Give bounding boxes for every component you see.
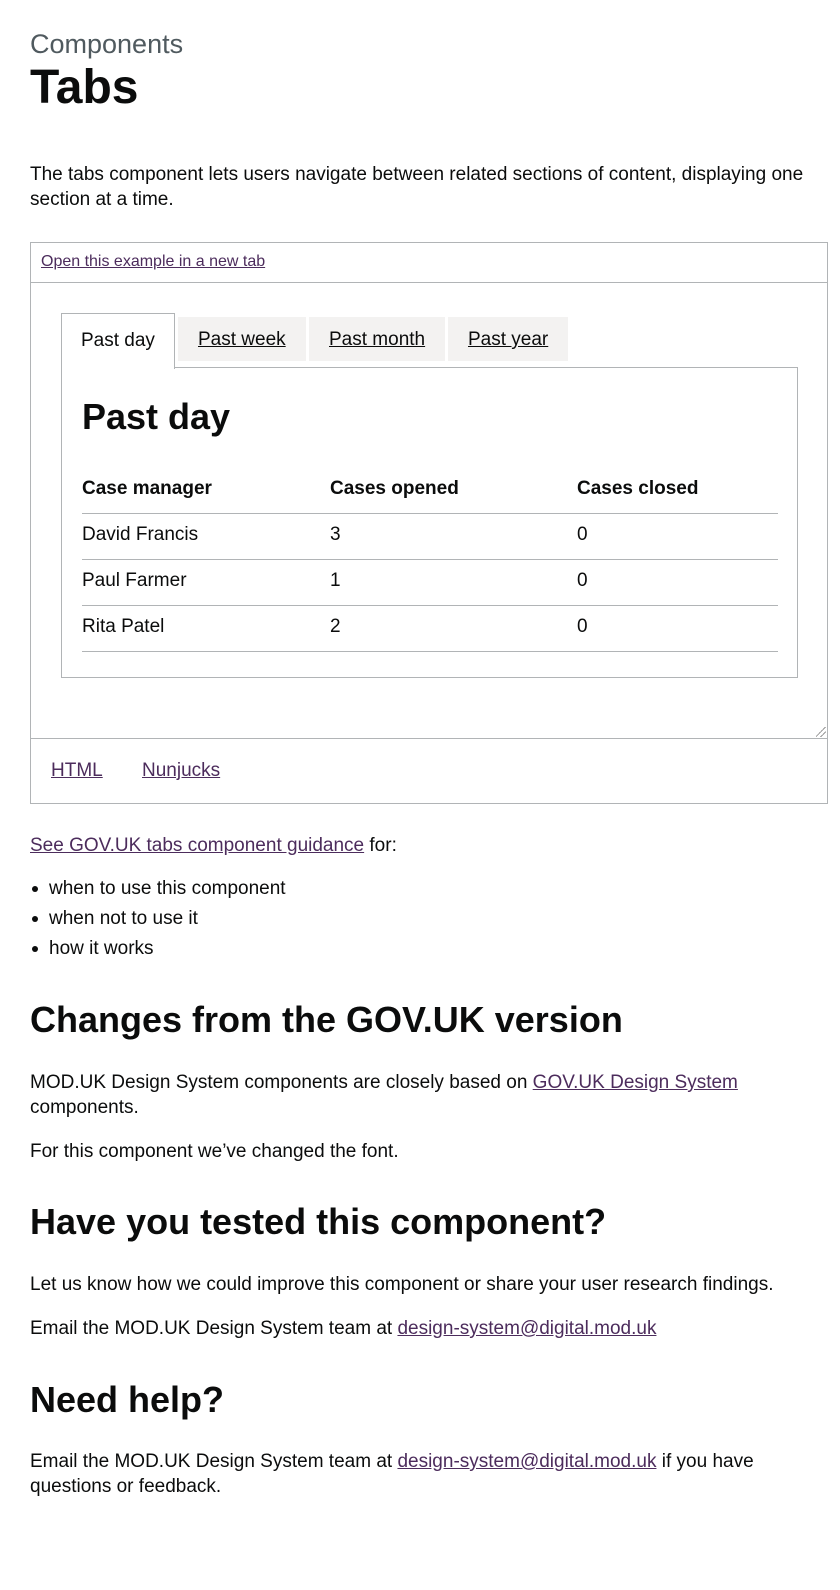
guidance-line: See GOV.UK tabs component guidance for: <box>30 833 397 858</box>
tab-panel-past-day: Past day Case manager Cases opened Cases… <box>61 367 798 678</box>
changes-text-line2: components. <box>30 1097 139 1118</box>
list-item: when to use this component <box>30 876 286 906</box>
cell-cases-closed: 0 <box>577 616 588 637</box>
header-case-manager: Case manager <box>82 478 212 499</box>
code-tab-html[interactable]: HTML <box>51 760 103 782</box>
help-heading: Need help? <box>30 1379 225 1420</box>
tested-heading: Have you tested this component? <box>30 1201 607 1242</box>
table-row: Rita Patel 2 0 <box>82 606 778 652</box>
help-line2: questions or feedback. <box>30 1476 222 1497</box>
page-caption: Components <box>30 29 184 59</box>
cell-cases-closed: 0 <box>577 524 588 545</box>
list-item: how it works <box>30 936 286 966</box>
changes-text: MOD.UK Design System components are clos… <box>30 1072 533 1093</box>
header-cases-opened: Cases opened <box>330 478 459 499</box>
example-box: Open this example in a new tab Past day … <box>30 242 828 804</box>
cell-case-manager: Rita Patel <box>82 616 165 637</box>
tested-email-paragraph: Email the MOD.UK Design System team at d… <box>30 1316 820 1341</box>
page-title: Tabs <box>30 61 139 114</box>
cell-cases-closed: 0 <box>577 570 588 591</box>
govuk-design-system-link[interactable]: GOV.UK Design System <box>533 1072 738 1093</box>
help-paragraph: Email the MOD.UK Design System team at d… <box>30 1449 820 1499</box>
help-email-link[interactable]: design-system@digital.mod.uk <box>397 1451 656 1472</box>
tested-paragraph: Let us know how we could improve this co… <box>30 1274 774 1295</box>
panel-heading: Past day <box>82 396 231 437</box>
code-tab-nunjucks[interactable]: Nunjucks <box>142 760 220 782</box>
cell-cases-opened: 3 <box>330 524 341 545</box>
tab-past-week[interactable]: Past week <box>178 317 306 361</box>
table-header-row: Case manager Cases opened Cases closed <box>82 468 778 514</box>
help-text: Email the MOD.UK Design System team at <box>30 1451 398 1472</box>
table-row: David Francis 3 0 <box>82 514 778 560</box>
cases-table: Case manager Cases opened Cases closed D… <box>82 468 778 652</box>
cell-case-manager: Paul Farmer <box>82 570 187 591</box>
help-suffix: if you have <box>656 1451 754 1472</box>
table-row: Paul Farmer 1 0 <box>82 560 778 606</box>
cell-case-manager: David Francis <box>82 524 199 545</box>
guidance-list: when to use this component when not to u… <box>30 876 286 966</box>
changes-font-paragraph: For this component we’ve changed the fon… <box>30 1141 399 1162</box>
tab-past-year[interactable]: Past year <box>448 317 569 361</box>
lede-paragraph: The tabs component lets users navigate b… <box>30 164 804 210</box>
guidance-suffix: for: <box>364 835 397 856</box>
cell-cases-opened: 2 <box>330 616 341 637</box>
example-toolbar: Open this example in a new tab <box>31 243 827 283</box>
tab-past-month[interactable]: Past month <box>309 317 446 361</box>
cell-cases-opened: 1 <box>330 570 341 591</box>
list-item: when not to use it <box>30 906 286 936</box>
tab-past-day[interactable]: Past day <box>61 313 175 369</box>
code-tabs: HTML Nunjucks <box>31 739 827 802</box>
example-frame: Past day Past week Past month Past year … <box>31 283 827 739</box>
open-example-link[interactable]: Open this example in a new tab <box>41 253 265 270</box>
changes-heading: Changes from the GOV.UK version <box>30 999 623 1040</box>
govuk-guidance-link[interactable]: See GOV.UK tabs component guidance <box>30 835 364 856</box>
changes-paragraph: MOD.UK Design System components are clos… <box>30 1070 820 1120</box>
design-system-email-link[interactable]: design-system@digital.mod.uk <box>397 1318 656 1339</box>
tested-email-text: Email the MOD.UK Design System team at <box>30 1318 398 1339</box>
header-cases-closed: Cases closed <box>577 478 699 499</box>
resize-handle-icon[interactable] <box>816 727 826 737</box>
